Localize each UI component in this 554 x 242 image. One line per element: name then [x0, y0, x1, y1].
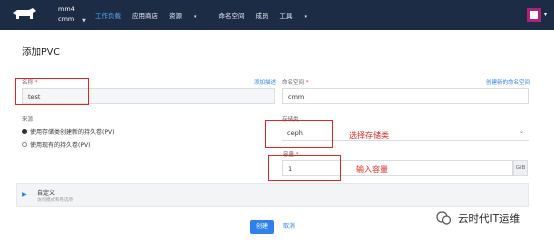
page-title: 添加PVC: [22, 47, 60, 58]
nav-namespaces[interactable]: 命名空间: [219, 10, 245, 20]
nav-resources[interactable]: 资源 ▾: [169, 10, 208, 20]
chevron-down-icon: ▾: [194, 14, 197, 20]
annotation-enter-capacity: 输入容量: [356, 165, 388, 174]
chevron-down-icon[interactable]: ▾: [544, 11, 547, 18]
add-description-link[interactable]: 添加描述: [254, 78, 276, 86]
source-label: 来源: [22, 117, 34, 123]
expand-triangle-icon[interactable]: ▶: [22, 191, 27, 198]
annotation-select-storage-class: 选择存储类: [349, 131, 389, 140]
namespace-value: cmm: [288, 93, 305, 101]
chevron-down-icon: ▼: [82, 18, 86, 24]
customize-subtitle: 访问模式和卷选项: [37, 198, 73, 203]
customize-section[interactable]: ▶ 自定义 访问模式和卷选项: [16, 183, 529, 207]
radio-selected-icon: [22, 129, 27, 134]
source-option-existing-pv[interactable]: 使用现有的持久卷(PV): [22, 140, 90, 149]
cluster-project-switcher[interactable]: mm4 cmm ▼: [56, 4, 90, 26]
annotation-box-capacity: [268, 155, 341, 181]
namespace-label: 命名空间 *: [282, 80, 309, 86]
annotation-box-storage-class: [265, 120, 333, 148]
create-button[interactable]: 创建: [250, 220, 274, 234]
nav-workloads[interactable]: 工作负载: [95, 10, 121, 20]
watermark: 云时代IT运维: [436, 205, 520, 231]
namespace-select[interactable]: cmm: [282, 88, 529, 104]
rancher-logo-icon[interactable]: [9, 7, 39, 23]
create-namespace-link[interactable]: 创建新的命名空间: [486, 78, 530, 86]
chevron-down-icon: ⌄: [518, 128, 524, 135]
nav-app-catalog[interactable]: 应用商店: [132, 10, 158, 20]
capacity-unit: GiB: [513, 160, 528, 176]
cancel-button[interactable]: 取消: [283, 220, 295, 234]
annotation-box-name: [15, 78, 89, 105]
top-navigation-bar: mm4 cmm ▼ 工作负载 应用商店 资源 ▾ 命名空间 成员 工具 ▾ ▾: [0, 0, 554, 30]
source-option-new-pv[interactable]: 使用存储类创建新的持久卷(PV): [22, 127, 114, 136]
customize-title: 自定义: [37, 190, 56, 197]
chevron-down-icon: ▾: [304, 14, 308, 20]
nav-members[interactable]: 成员: [256, 10, 269, 20]
user-avatar[interactable]: [527, 8, 541, 22]
nav-tools[interactable]: 工具 ▾: [280, 10, 319, 20]
watermark-text: 云时代IT运维: [458, 212, 521, 225]
radio-icon: [22, 142, 27, 147]
main-nav: 工作负载 应用商店 资源 ▾ 命名空间 成员 工具 ▾: [95, 0, 329, 30]
wechat-icon: [436, 211, 452, 225]
cluster-name: mm4: [58, 5, 75, 13]
